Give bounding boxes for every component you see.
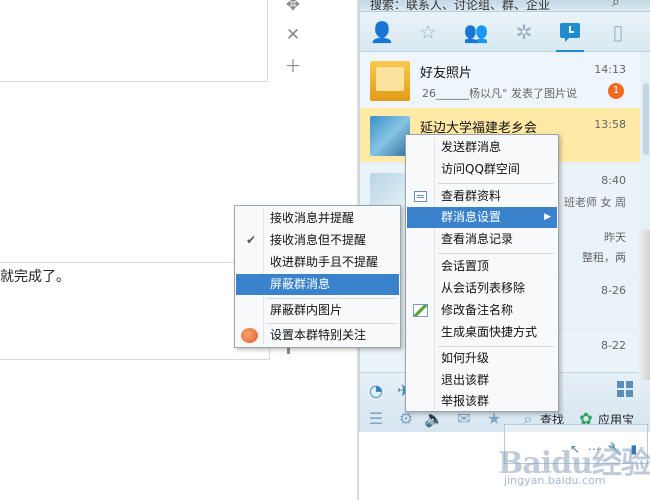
menu-item-label: 访问QQ群空间 bbox=[441, 162, 520, 176]
menu-item-label: 屏蔽群内图片 bbox=[270, 303, 343, 317]
menu-item-label: 群消息设置 bbox=[441, 210, 502, 224]
active-tab-indicator bbox=[556, 50, 584, 52]
search-icon[interactable]: ⌕ bbox=[612, 0, 620, 10]
checkmark-icon: ✔ bbox=[245, 233, 257, 247]
menu-item-label: 查看群资料 bbox=[441, 189, 502, 203]
search-input[interactable]: 搜索：联系人、讨论组、群、企业 bbox=[370, 0, 550, 11]
menu-item-label: 接收消息并提醒 bbox=[270, 211, 355, 225]
menu-separator bbox=[267, 323, 396, 324]
menu-item-report-group[interactable]: 举报该群 bbox=[407, 391, 557, 412]
conversation-time: 8:40 bbox=[601, 174, 626, 187]
menu-item-label: 如何升级 bbox=[441, 351, 490, 365]
menu-item-label: 发送群消息 bbox=[441, 140, 502, 154]
qzone-icon[interactable]: ◔ bbox=[366, 381, 386, 401]
conversation-item[interactable]: 好友照片 26______杨以凡° 发表了图片说 14:13 1 bbox=[360, 53, 640, 107]
menu-item-label: 设置本群特别关注 bbox=[270, 328, 367, 342]
tray-icons: ↖ ⋯ 🔧 ▮ bbox=[570, 442, 639, 456]
menu-item-receive-no-notify[interactable]: ✔ 接收消息但不提醒 bbox=[236, 230, 399, 251]
conversation-preview: 整租，两 bbox=[582, 251, 626, 264]
group-avatar bbox=[370, 116, 410, 156]
menu-separator bbox=[267, 298, 396, 299]
conversation-title: 好友照片 bbox=[420, 66, 473, 81]
favorites-icon[interactable]: ☆ bbox=[408, 12, 448, 52]
conversation-time: 8-26 bbox=[601, 284, 626, 297]
menu-item-label: 修改备注名称 bbox=[441, 303, 514, 317]
search-bar[interactable]: 搜索：联系人、讨论组、群、企业 ⌕ bbox=[360, 0, 650, 12]
conversation-preview: 班老师 女 周 bbox=[564, 196, 626, 209]
recent-chats-icon[interactable] bbox=[550, 12, 590, 52]
watermark-url: jingyan.baidu.com bbox=[504, 474, 606, 487]
menu-item-label: 屏蔽群消息 bbox=[270, 277, 331, 291]
menu-item-label: 查看消息记录 bbox=[441, 232, 514, 246]
menu-separator bbox=[438, 183, 554, 184]
menu-item-label: 接收消息但不提醒 bbox=[270, 233, 367, 247]
speaker-icon[interactable]: 🔈 bbox=[424, 409, 444, 429]
clipboard-icon[interactable]: ▮ bbox=[631, 442, 640, 456]
window-edge bbox=[638, 230, 650, 380]
menu-item-quit-group[interactable]: 退出该群 bbox=[407, 370, 557, 391]
wrench-icon[interactable]: 🔧 bbox=[608, 442, 625, 456]
document-text: 就完成了。 bbox=[0, 269, 70, 285]
star-icon[interactable]: ★ bbox=[484, 409, 504, 429]
main-menu-icon[interactable]: ☰ bbox=[366, 409, 386, 429]
special-care-icon bbox=[241, 328, 258, 343]
conversation-time: 8-22 bbox=[601, 339, 626, 352]
message-settings-submenu: 接收消息并提醒 ✔ 接收消息但不提醒 收进群助手且不提醒 屏蔽群消息 屏蔽群内图… bbox=[234, 205, 401, 348]
menu-item-block-images[interactable]: 屏蔽群内图片 bbox=[236, 300, 399, 321]
close-icon[interactable]: ✕ bbox=[282, 24, 304, 46]
apps-icon[interactable]: ✲ bbox=[504, 12, 544, 52]
tray-dots-icon[interactable]: ⋯ bbox=[588, 442, 602, 456]
menu-item-group-message-settings[interactable]: 群消息设置 ▶ bbox=[407, 207, 557, 228]
tray-pointer-icon[interactable]: ↖ bbox=[570, 442, 582, 456]
conversation-time: 14:13 bbox=[594, 63, 626, 76]
menu-item-label: 从会话列表移除 bbox=[441, 281, 526, 295]
qq-tab-bar: 👤 ☆ 👥 ✲ ▯ bbox=[360, 12, 650, 52]
conversation-preview: 26______杨以凡° 发表了图片说 bbox=[422, 87, 577, 100]
contacts-icon[interactable]: 👤 bbox=[362, 12, 402, 52]
plus-icon[interactable]: ＋ bbox=[282, 56, 304, 78]
friend-photos-folder-icon bbox=[370, 61, 410, 101]
menu-item-special-follow[interactable]: 设置本群特别关注 bbox=[236, 325, 399, 346]
move-icon[interactable]: ✥ bbox=[282, 0, 304, 16]
menu-separator bbox=[438, 346, 554, 347]
conversation-time: 昨天 bbox=[604, 231, 626, 244]
phone-icon[interactable]: ▯ bbox=[598, 12, 638, 52]
menu-item-label: 退出该群 bbox=[441, 373, 490, 387]
edit-icon bbox=[413, 304, 428, 317]
menu-item-group-assistant[interactable]: 收进群助手且不提醒 bbox=[236, 252, 399, 273]
menu-item-view-group-info[interactable]: 查看群资料 bbox=[407, 186, 557, 207]
menu-item-view-message-history[interactable]: 查看消息记录 bbox=[407, 229, 557, 250]
menu-item-label: 举报该群 bbox=[441, 394, 490, 408]
menu-item-label: 收进群助手且不提醒 bbox=[270, 255, 379, 269]
menu-separator bbox=[438, 253, 554, 254]
gear-icon[interactable]: ⚙ bbox=[396, 409, 416, 429]
menu-item-visit-group-space[interactable]: 访问QQ群空间 bbox=[407, 159, 557, 180]
menu-item-block-messages[interactable]: 屏蔽群消息 bbox=[236, 274, 399, 295]
menu-item-pin-conversation[interactable]: 会话置顶 bbox=[407, 256, 557, 277]
menu-item-label: 会话置顶 bbox=[441, 259, 490, 273]
menu-item-edit-remark[interactable]: 修改备注名称 bbox=[407, 300, 557, 321]
group-info-icon bbox=[414, 191, 427, 202]
group-context-menu: 发送群消息 访问QQ群空间 查看群资料 群消息设置 ▶ 查看消息记录 会话置顶 … bbox=[405, 134, 559, 412]
menu-item-remove-from-list[interactable]: 从会话列表移除 bbox=[407, 278, 557, 299]
scrollbar-thumb[interactable] bbox=[643, 83, 649, 155]
menu-item-how-to-upgrade[interactable]: 如何升级 bbox=[407, 348, 557, 369]
conversation-time: 13:58 bbox=[594, 118, 626, 131]
menu-item-label: 生成桌面快捷方式 bbox=[441, 325, 538, 339]
menu-item-create-shortcut[interactable]: 生成桌面快捷方式 bbox=[407, 322, 557, 343]
mail-icon[interactable]: ✉ bbox=[454, 409, 474, 429]
submenu-arrow-icon: ▶ bbox=[544, 212, 551, 222]
menu-item-receive-and-notify[interactable]: 接收消息并提醒 bbox=[236, 208, 399, 229]
grid-icon[interactable] bbox=[617, 381, 633, 397]
unread-badge: 1 bbox=[608, 83, 624, 99]
menu-item-send-group-message[interactable]: 发送群消息 bbox=[407, 137, 557, 158]
groups-icon[interactable]: 👥 bbox=[456, 12, 496, 52]
document-image-frame bbox=[0, 0, 268, 82]
